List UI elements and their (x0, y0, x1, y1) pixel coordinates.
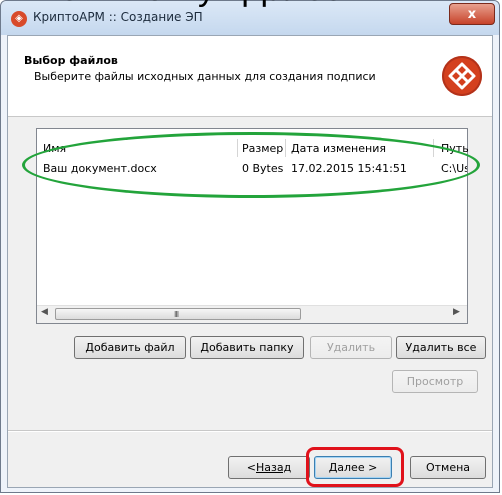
column-divider[interactable] (237, 139, 238, 157)
cryptoarm-logo-icon (442, 56, 482, 96)
close-button[interactable]: x (449, 3, 495, 25)
back-label: Назад (256, 461, 292, 474)
horizontal-scrollbar[interactable]: ◀ III ▶ (37, 305, 467, 323)
back-prefix: < (246, 461, 256, 474)
wizard-body: Выбор файлов Выберите файлы исходных дан… (7, 35, 493, 488)
scroll-grip: III (174, 310, 179, 319)
wizard-header: Выбор файлов Выберите файлы исходных дан… (8, 36, 492, 117)
caption-fragment: ем кнопку «Далее» (60, 0, 362, 9)
add-file-button[interactable]: Добавить файл (74, 336, 186, 359)
window-title: КриптоАРМ :: Создание ЭП (33, 10, 203, 24)
cell-size: 0 Bytes (242, 162, 284, 175)
add-folder-button[interactable]: Добавить папку (190, 336, 304, 359)
list-header: Имя Размер Дата изменения Путь (37, 139, 469, 157)
cell-name: Ваш документ.docx (43, 162, 157, 175)
scroll-right-icon[interactable]: ▶ (453, 307, 460, 317)
cell-modified: 17.02.2015 15:41:51 (291, 162, 407, 175)
column-header-path[interactable]: Путь (441, 142, 469, 155)
delete-all-button[interactable]: Удалить все (396, 336, 486, 359)
scroll-thumb[interactable]: III (55, 308, 301, 320)
page-subtitle: Выберите файлы исходных данных для созда… (34, 70, 376, 83)
delete-button[interactable]: Удалить (310, 336, 392, 359)
column-header-size[interactable]: Размер (242, 142, 283, 155)
cancel-button[interactable]: Отмена (410, 456, 486, 479)
file-list[interactable]: Имя Размер Дата изменения Путь Ваш докум… (36, 128, 469, 324)
page-title: Выбор файлов (24, 54, 118, 67)
view-button[interactable]: Просмотр (392, 370, 478, 393)
next-button[interactable]: Далее > (314, 456, 392, 479)
create-signature-dialog: ◈ КриптоАРМ :: Создание ЭП x Выбор файло… (0, 0, 500, 493)
column-divider[interactable] (433, 139, 434, 157)
back-button[interactable]: < Назад (228, 456, 310, 479)
cryptoarm-app-icon: ◈ (11, 11, 27, 27)
column-divider[interactable] (285, 139, 286, 157)
column-header-name[interactable]: Имя (43, 142, 66, 155)
cell-path: C:\Us (441, 162, 467, 175)
scroll-left-icon[interactable]: ◀ (41, 307, 48, 317)
column-header-modified[interactable]: Дата изменения (291, 142, 386, 155)
table-row[interactable]: Ваш документ.docx 0 Bytes 17.02.2015 15:… (37, 160, 467, 178)
bottom-separator (8, 430, 492, 432)
